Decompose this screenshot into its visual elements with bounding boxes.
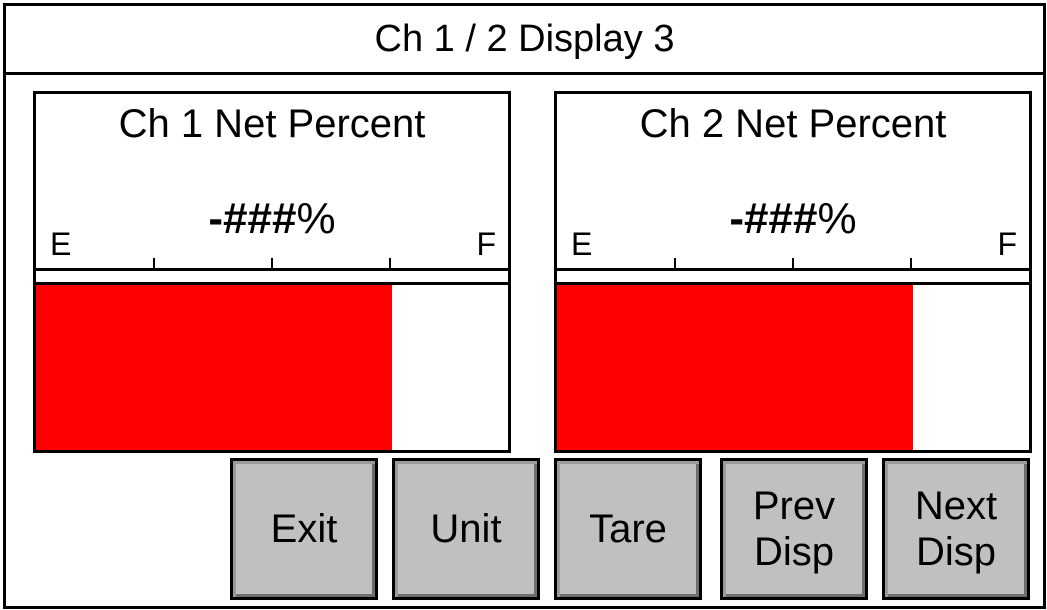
unit-button[interactable]: Unit (392, 458, 540, 600)
channel-1-value: -###% (36, 194, 508, 244)
display-frame: Ch 1 / 2 Display 3 Ch 1 Net Percent -###… (3, 3, 1046, 609)
channel-2-value-digits: ### (744, 194, 818, 243)
channel-2-value-unit: % (817, 194, 857, 243)
tare-button[interactable]: Tare (554, 458, 702, 600)
channel-1-scale-empty: E (50, 226, 72, 262)
next-display-label-line1: Next (914, 484, 998, 528)
channel-2-value: -###% (557, 194, 1029, 244)
unit-button-label: Unit (430, 507, 502, 551)
next-display-button[interactable]: Next Disp (882, 458, 1030, 600)
channel-1-scale-full: F (476, 226, 496, 262)
channel-1-level-bar (36, 282, 508, 450)
channel-2-tick (910, 258, 912, 268)
prev-display-label-line1: Prev (752, 484, 836, 528)
channel-2-title: Ch 2 Net Percent (639, 102, 947, 146)
page-title: Ch 1 / 2 Display 3 (6, 6, 1043, 75)
channel-1-tick (389, 258, 391, 268)
tare-button-label: Tare (589, 507, 667, 551)
channel-2-level-bar (557, 282, 1029, 450)
channel-2-level-fill (557, 285, 914, 450)
channel-1-tick (153, 258, 155, 268)
channel-2-tick (674, 258, 676, 268)
prev-display-button[interactable]: Prev Disp (720, 458, 868, 600)
prev-display-label-line2: Disp (753, 530, 835, 574)
channel-1-title: Ch 1 Net Percent (118, 102, 426, 146)
channel-2-value-sign: - (729, 194, 745, 243)
channel-2-tick (792, 258, 794, 268)
channel-1-level-fill (36, 285, 393, 450)
channel-2-scale-line (557, 268, 1029, 271)
channel-1-value-unit: % (296, 194, 336, 243)
channel-1-value-digits: ### (223, 194, 297, 243)
channel-2-panel: Ch 2 Net Percent -###% E F (554, 91, 1032, 453)
exit-button[interactable]: Exit (230, 458, 378, 600)
channel-1-panel: Ch 1 Net Percent -###% E F (33, 91, 511, 453)
channel-2-scale-full: F (997, 226, 1017, 262)
exit-button-label: Exit (270, 507, 338, 551)
channel-1-value-sign: - (208, 194, 224, 243)
next-display-label-line2: Disp (915, 530, 997, 574)
channel-1-tick (271, 258, 273, 268)
channel-2-scale-empty: E (571, 226, 593, 262)
channel-1-scale-line (36, 268, 508, 271)
